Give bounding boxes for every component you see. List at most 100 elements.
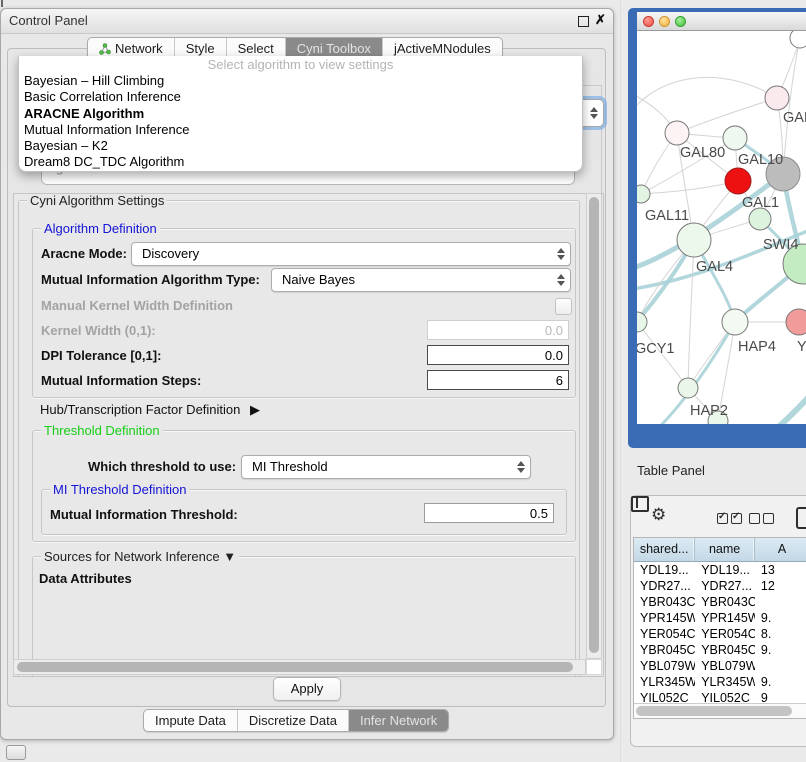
network-node-y[interactable]	[786, 309, 806, 335]
aracne-mode-select[interactable]: Discovery	[131, 242, 571, 266]
table-row[interactable]: YER054CYER054C8.	[634, 626, 806, 642]
network-node-gcy1[interactable]	[637, 312, 647, 332]
hub-definition-expander[interactable]: Hub/Transcription Factor Definition ▶	[40, 402, 260, 418]
dropdown-item-mutual-information-inference[interactable]: Mutual Information Inference	[19, 122, 582, 138]
table-cell: YDR27...	[695, 578, 755, 594]
apply-button[interactable]: Apply	[273, 677, 341, 701]
which-threshold-label: Which threshold to use:	[88, 459, 236, 474]
threshold-definition-group: Threshold Definition Which threshold to …	[32, 430, 576, 542]
network-view-frame[interactable]: GALGAL80GAL10GAL1GAL11SWI4GAL4GCY1HAP4YH…	[628, 8, 806, 448]
table-row[interactable]: YIL052CYIL052C9	[634, 690, 806, 703]
mi-steps-input[interactable]: 6	[427, 370, 569, 390]
network-canvas[interactable]: GALGAL80GAL10GAL1GAL11SWI4GAL4GCY1HAP4YH…	[637, 31, 806, 424]
column-header-name[interactable]: name	[695, 538, 755, 561]
column-header-a[interactable]: A	[755, 538, 806, 561]
network-node-gal80[interactable]	[665, 121, 689, 145]
settings-vscrollbar-thumb[interactable]	[589, 197, 599, 653]
node-label: GAL1	[742, 195, 779, 211]
dpi-tolerance-input[interactable]: 0.0	[427, 345, 569, 365]
zoom-window-icon[interactable]	[675, 16, 686, 27]
table-horizontal-scrollbar[interactable]	[634, 703, 806, 719]
network-node[interactable]	[725, 168, 751, 194]
node-label: GCY1	[637, 341, 675, 357]
clear-all-checkboxes-icon[interactable]	[749, 513, 774, 524]
tab-label: Infer Network	[360, 713, 437, 728]
table-row[interactable]: YLR345WYLR345W9.	[634, 674, 806, 690]
tab-label: Impute Data	[155, 713, 226, 728]
minimize-window-icon[interactable]	[659, 16, 670, 27]
dropdown-item-dream8-dc-tdc-algorithm[interactable]: Dream8 DC_TDC Algorithm	[19, 154, 582, 170]
panel-divider[interactable]	[620, 0, 621, 762]
network-node-gal[interactable]	[765, 86, 789, 110]
gear-icon[interactable]: ⚙	[651, 505, 666, 525]
tab-infer-network[interactable]: Infer Network	[349, 710, 448, 731]
collapse-arrow-icon[interactable]: ▼	[223, 549, 236, 564]
combo-stepper-icon	[556, 247, 565, 261]
close-panel-icon[interactable]: ✗	[595, 12, 606, 28]
network-node-gal1[interactable]	[749, 208, 771, 230]
tab-impute-data[interactable]: Impute Data	[144, 710, 238, 731]
node-label: Y	[797, 339, 806, 355]
manual-kernel-checkbox[interactable]	[555, 298, 572, 315]
which-threshold-select[interactable]: MI Threshold	[241, 455, 531, 479]
network-node-gal4[interactable]	[677, 223, 711, 257]
network-node-gal10[interactable]	[723, 126, 747, 150]
collapsed-panel-button[interactable]	[6, 745, 26, 760]
table-row[interactable]: YDR27...YDR27...12	[634, 578, 806, 594]
table-cell	[755, 594, 806, 610]
table-cell: YPR145W	[695, 610, 755, 626]
network-node-hap4[interactable]	[722, 309, 748, 335]
table-row[interactable]: YDL19...YDL19...13	[634, 562, 806, 578]
column-header-shared-[interactable]: shared...	[634, 538, 695, 561]
settings-horizontal-scrollbar[interactable]	[13, 659, 586, 675]
combo-stepper-icon	[589, 106, 598, 120]
kernel-width-input[interactable]: 0.0	[427, 320, 569, 340]
mi-steps-label: Mutual Information Steps:	[41, 373, 201, 388]
checked-box-icon	[717, 513, 728, 524]
network-edge	[641, 181, 738, 194]
table-cell: YLR345W	[695, 674, 755, 690]
table-cell: 13	[755, 562, 806, 578]
control-panel-title: Control Panel	[9, 13, 88, 28]
dropdown-item-aracne-algorithm[interactable]: ARACNE Algorithm	[19, 106, 582, 122]
tab-discretize-data[interactable]: Discretize Data	[238, 710, 349, 731]
settings-hscrollbar-thumb[interactable]	[17, 662, 573, 672]
new-table-icon[interactable]	[796, 507, 806, 529]
combo-stepper-icon	[516, 460, 525, 474]
network-node-hap2[interactable]	[678, 378, 698, 398]
network-edge	[677, 98, 777, 133]
select-all-checkboxes-icon[interactable]	[717, 513, 742, 524]
settings-vertical-scrollbar[interactable]	[586, 193, 602, 659]
close-window-icon[interactable]	[643, 16, 654, 27]
table-cell: YBR043C	[695, 594, 755, 610]
table-panel: ⚙ shared...nameA YDL19...YDL19...13YDR27…	[630, 495, 806, 747]
table-cell: YIL052C	[634, 690, 695, 703]
table-header-row: shared...nameA	[634, 538, 806, 562]
tab-label: jActiveMNodules	[394, 41, 491, 56]
table-panel-title: Table Panel	[637, 463, 705, 478]
float-panel-icon[interactable]	[578, 16, 589, 27]
table-cell: 9	[755, 690, 806, 703]
network-icon	[99, 43, 111, 55]
column-selector-icon[interactable]	[631, 496, 649, 512]
table-row[interactable]: YBR043CYBR043C	[634, 594, 806, 610]
network-node-gal11[interactable]	[637, 185, 650, 203]
table-row[interactable]: YBR045CYBR045C9.	[634, 642, 806, 658]
dropdown-item-basic-correlation-inference[interactable]: Basic Correlation Inference	[19, 89, 582, 105]
mi-algorithm-type-select[interactable]: Naive Bayes	[271, 268, 571, 292]
network-node[interactable]	[790, 31, 806, 48]
aracne-mode-label: Aracne Mode:	[41, 246, 127, 261]
table-hscrollbar-thumb[interactable]	[636, 706, 792, 716]
control-panel-titlebar: Control Panel ✗	[1, 9, 613, 34]
dropdown-item-bayesian-hill-climbing[interactable]: Bayesian – Hill Climbing	[19, 73, 582, 89]
kernel-width-label: Kernel Width (0,1):	[41, 323, 156, 338]
dpi-tolerance-label: DPI Tolerance [0,1]:	[41, 348, 161, 363]
mi-type-value: Naive Bayes	[282, 272, 355, 287]
table-row[interactable]: YPR145WYPR145W9.	[634, 610, 806, 626]
table-row[interactable]: YBL079WYBL079W	[634, 658, 806, 674]
mi-threshold-label: Mutual Information Threshold:	[50, 507, 238, 522]
network-window-titlebar[interactable]	[637, 12, 806, 31]
dropdown-item-bayesian-k2[interactable]: Bayesian – K2	[19, 138, 582, 154]
cyni-bottom-tabs: Impute Data Discretize Data Infer Network	[143, 709, 449, 732]
mi-threshold-input[interactable]: 0.5	[424, 503, 554, 523]
